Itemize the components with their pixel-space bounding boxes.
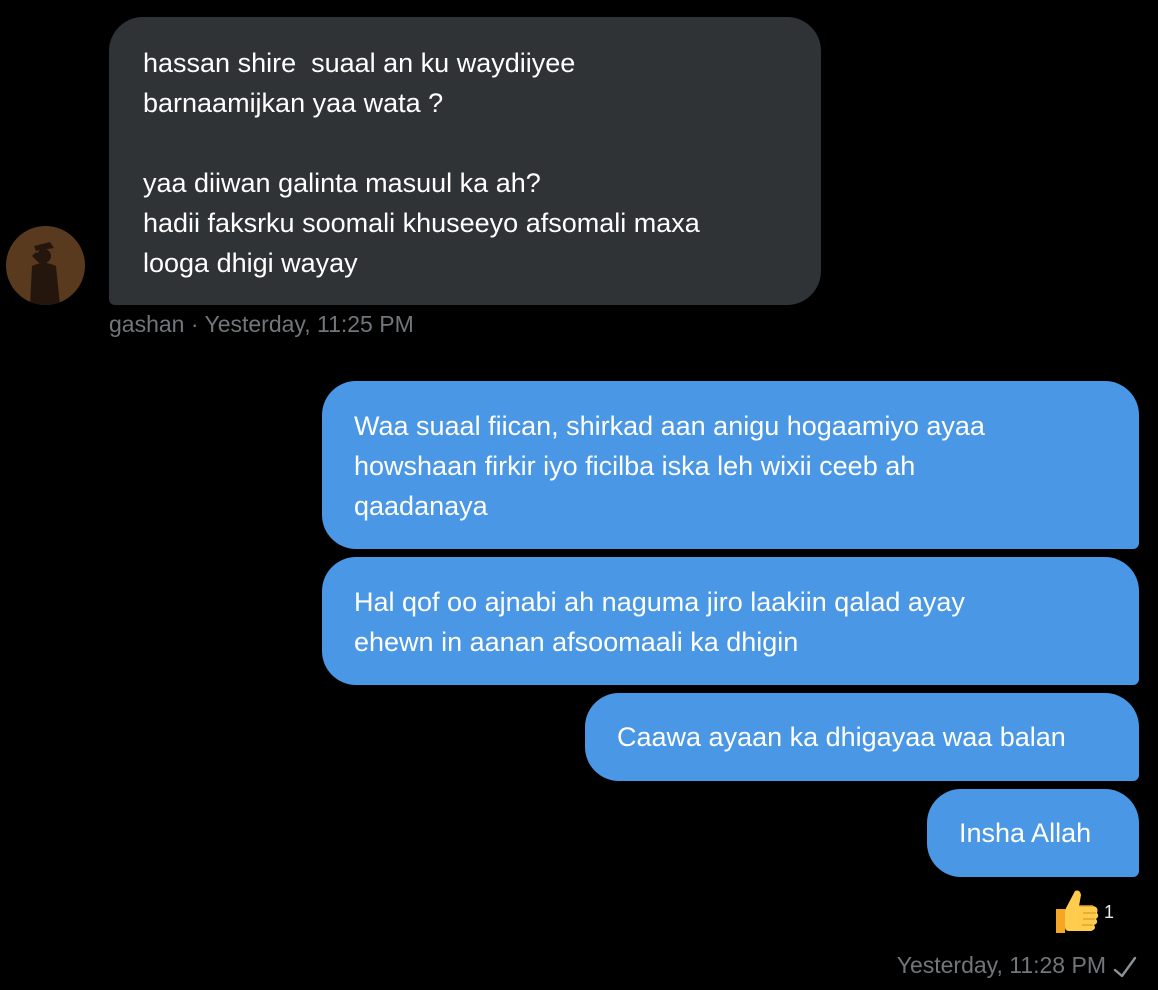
incoming-message-meta: gashan · Yesterday, 11:25 PM [109,311,414,337]
reaction-count: 1 [1104,902,1115,922]
thumbs-up-icon [1056,890,1099,933]
outgoing-message[interactable]: Waa suaal fiican, shirkad aan anigu hoga… [322,381,1139,549]
saluting-soldier-icon [6,226,85,305]
thumbs-up-reaction[interactable] [1050,885,1102,937]
outgoing-message-meta: Yesterday, 11:28 PM [896,952,1106,978]
checkmark-icon [1113,956,1137,978]
incoming-message[interactable]: hassan shire suaal an ku waydiiyee barna… [109,17,821,305]
outgoing-message[interactable]: Insha Allah [927,789,1139,877]
outgoing-message[interactable]: Hal qof oo ajnabi ah naguma jiro laakiin… [322,557,1139,685]
avatar[interactable] [6,226,85,305]
outgoing-message[interactable]: Caawa ayaan ka dhigayaa waa balan [585,693,1139,781]
